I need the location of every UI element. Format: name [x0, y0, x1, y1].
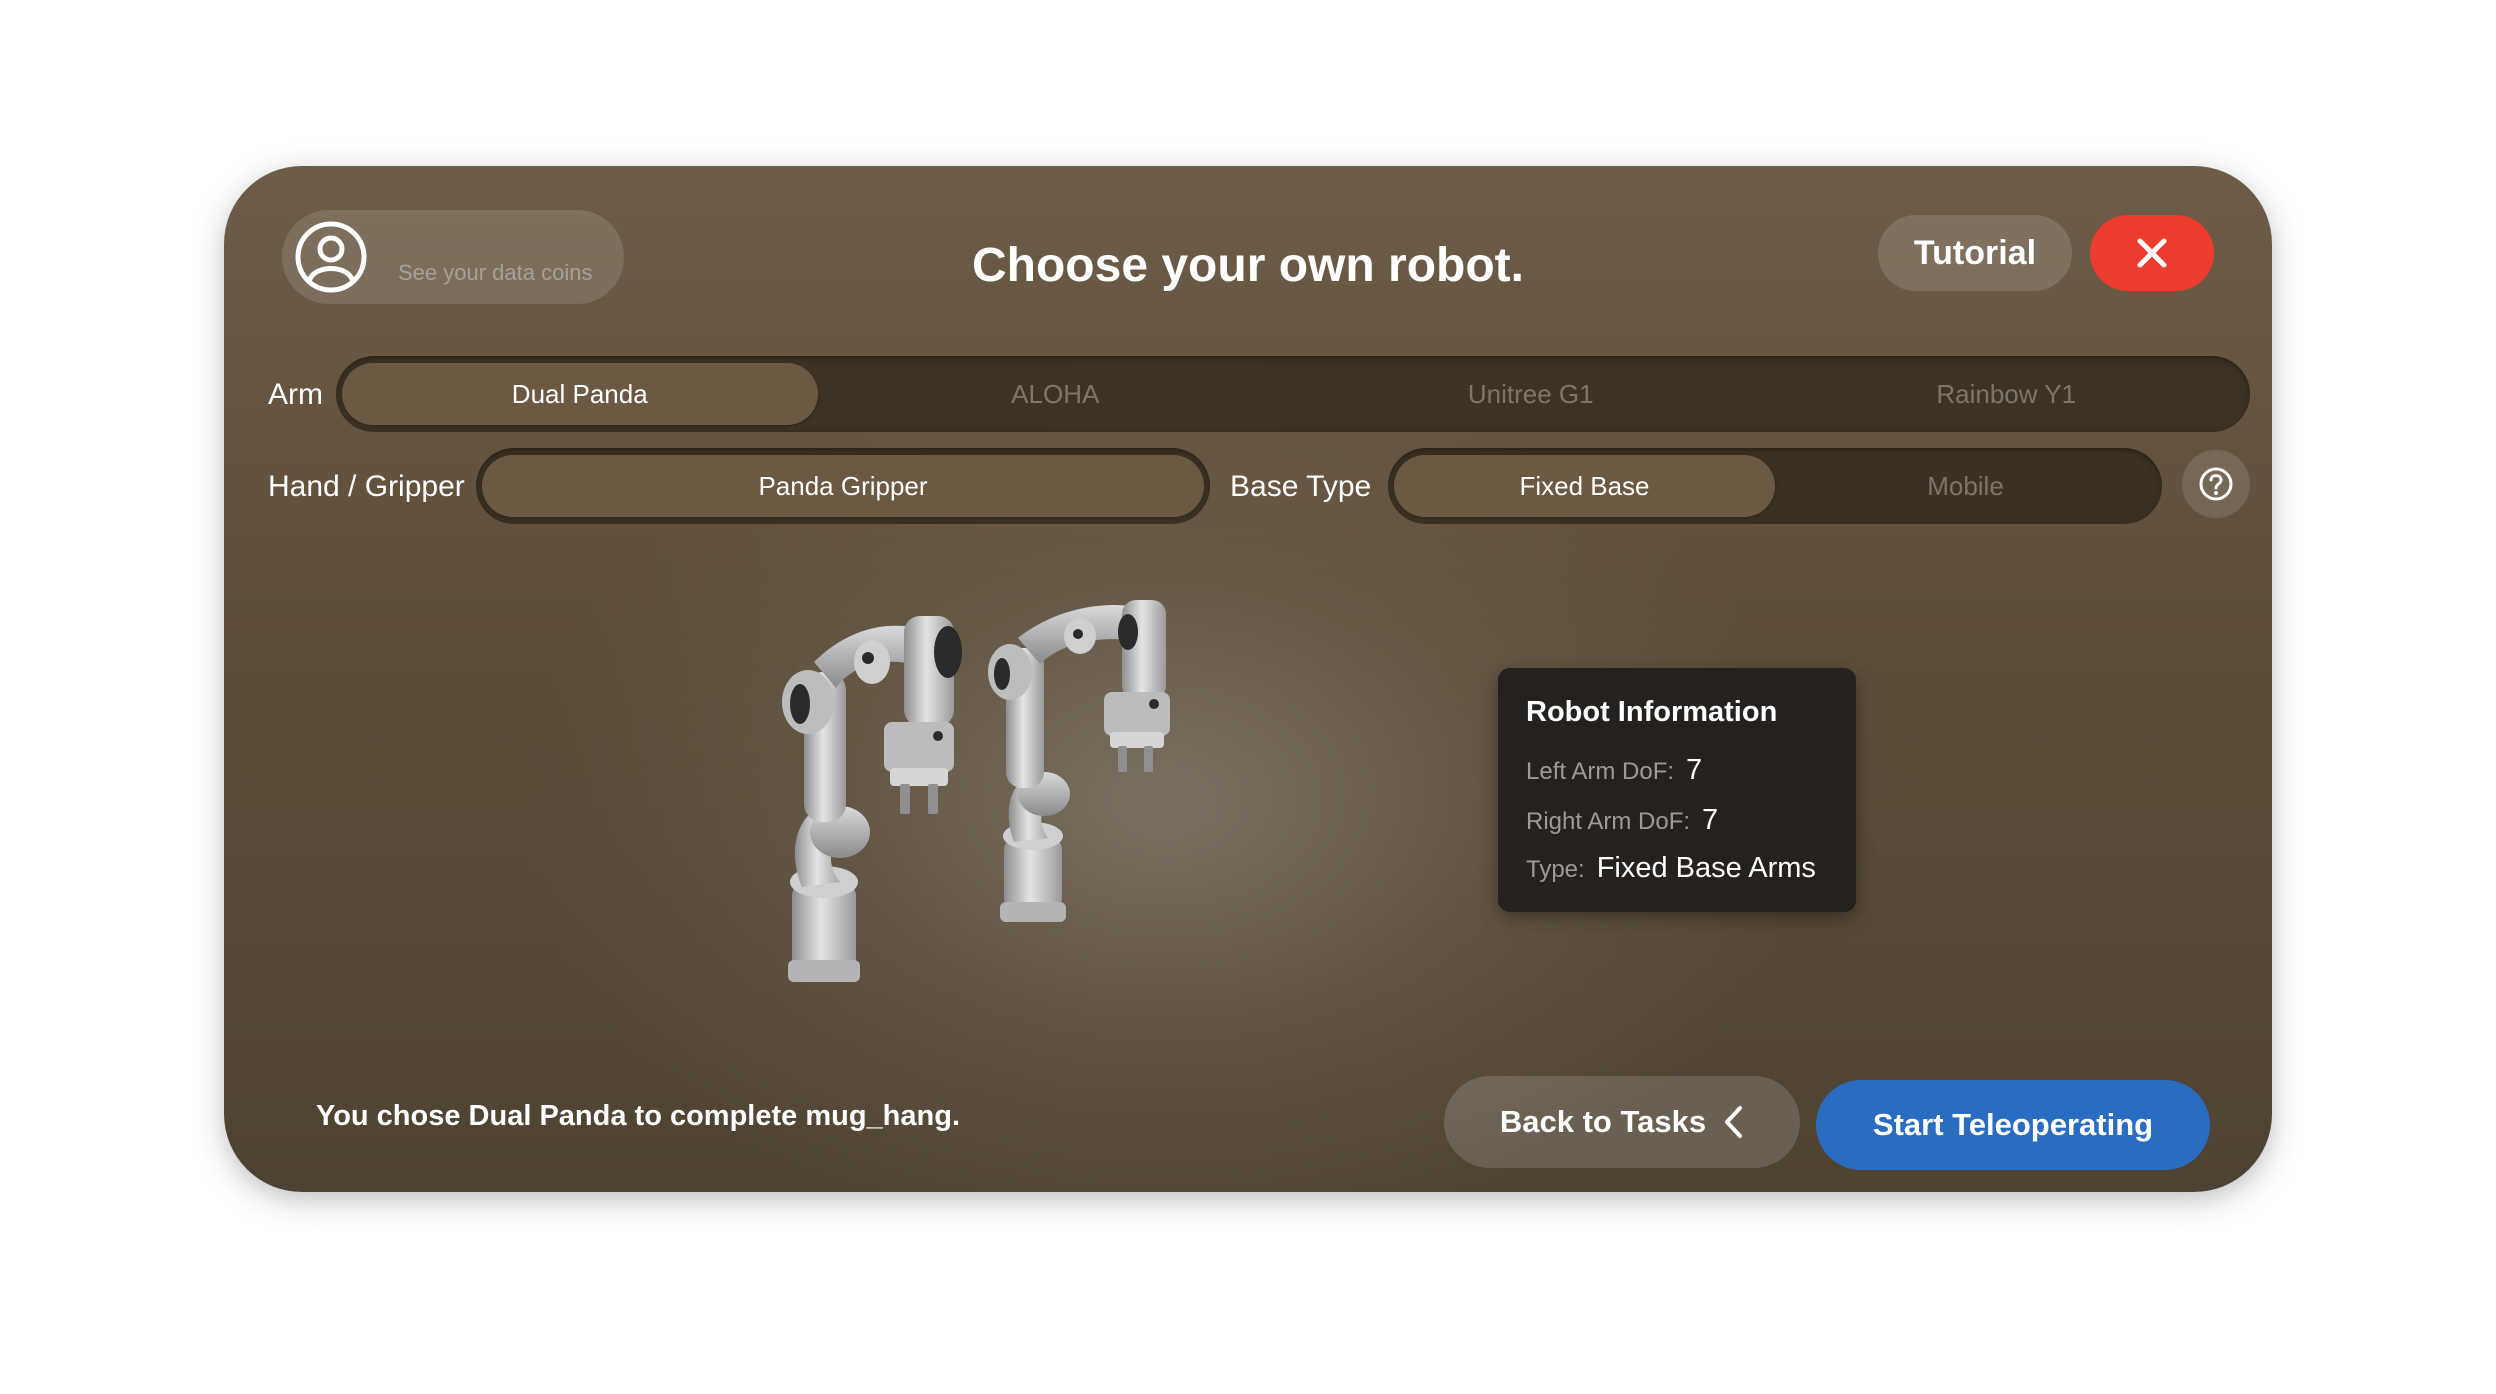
arm-option-dual-panda[interactable]: Dual Panda — [342, 363, 818, 425]
base-option-fixed[interactable]: Fixed Base — [1394, 455, 1775, 517]
close-button[interactable] — [2090, 215, 2214, 291]
robot-type-row: Type: Fixed Base Arms — [1526, 852, 1816, 885]
right-robot-arm — [988, 600, 1170, 922]
base-option-mobile[interactable]: Mobile — [1775, 455, 2156, 517]
right-arm-dof-value: 7 — [1702, 804, 1719, 836]
arm-segmented-control: Dual Panda ALOHA Unitree G1 Rainbow Y1 — [336, 356, 2250, 432]
robot-3d-preview[interactable] — [744, 592, 1424, 1012]
right-arm-dof-row: Right Arm DoF: 7 — [1526, 804, 1718, 837]
right-arm-dof-label: Right Arm DoF: — [1526, 808, 1691, 835]
robot-info-card: Robot Information Left Arm DoF: 7 Right … — [1498, 668, 1856, 912]
arm-label: Arm — [268, 378, 323, 411]
selection-status-text: You chose Dual Panda to complete mug_han… — [316, 1100, 961, 1132]
back-to-tasks-label: Back to Tasks — [1499, 1104, 1707, 1139]
left-arm-dof-row: Left Arm DoF: 7 — [1526, 754, 1702, 787]
base-type-label: Base Type — [1230, 470, 1372, 503]
start-teleoperating-button[interactable]: Start Teleoperating — [1816, 1080, 2210, 1170]
help-button[interactable] — [2182, 450, 2250, 518]
arm-option-rainbow-y1[interactable]: Rainbow Y1 — [1769, 363, 2245, 425]
back-to-tasks-button[interactable]: Back to Tasks — [1444, 1076, 1800, 1168]
close-icon — [2137, 238, 2167, 268]
help-icon — [2199, 467, 2233, 501]
chevron-left-icon — [1725, 1106, 1743, 1138]
tutorial-button[interactable]: Tutorial — [1878, 215, 2072, 291]
left-arm-dof-label: Left Arm DoF: — [1526, 758, 1675, 785]
gripper-segmented-control: Panda Gripper — [476, 448, 1210, 524]
gripper-label: Hand / Gripper — [268, 470, 465, 503]
left-arm-dof-value: 7 — [1686, 754, 1703, 786]
gripper-option-panda[interactable]: Panda Gripper — [482, 455, 1204, 517]
left-robot-arm — [782, 616, 962, 982]
arm-option-unitree-g1[interactable]: Unitree G1 — [1293, 363, 1769, 425]
robot-info-title: Robot Information — [1526, 696, 1778, 728]
robot-type-label: Type: — [1526, 856, 1585, 883]
robot-type-value: Fixed Base Arms — [1596, 852, 1816, 884]
base-type-segmented-control: Fixed Base Mobile — [1388, 448, 2162, 524]
arm-option-aloha[interactable]: ALOHA — [818, 363, 1294, 425]
robot-selection-window: See your data coins Choose your own robo… — [224, 166, 2272, 1192]
